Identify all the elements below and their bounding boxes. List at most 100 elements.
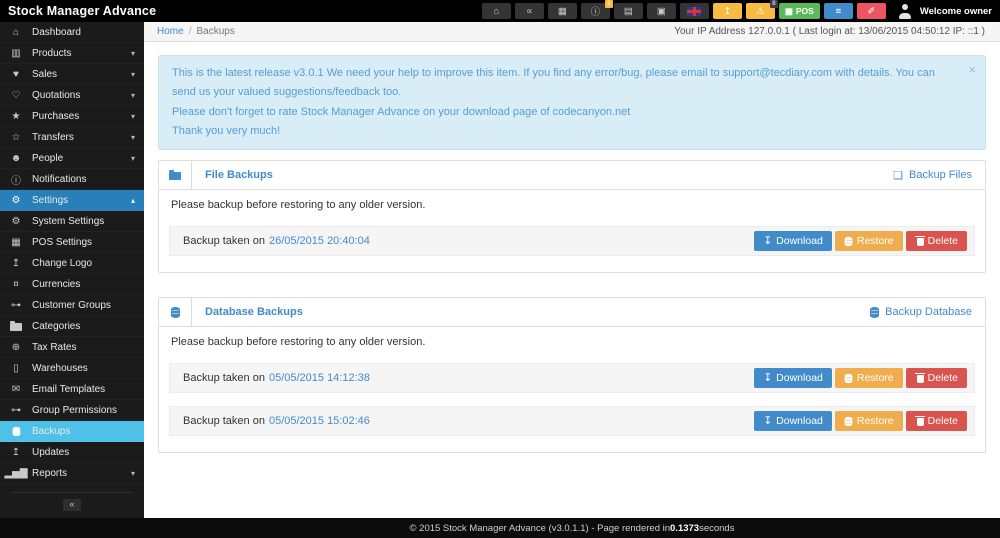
breadcrumb-separator: / <box>189 26 192 37</box>
chevron-down-icon: ▾ <box>131 91 144 100</box>
database-backups-panel: Database Backups Backup Database Please … <box>158 297 986 453</box>
restore-button[interactable]: Restore <box>835 368 903 388</box>
plus-circle-icon: ⊕ <box>0 342 32 353</box>
download-button[interactable]: ↧Download <box>754 368 832 388</box>
restore-button[interactable]: Restore <box>835 411 903 431</box>
restore-button[interactable]: Restore <box>835 231 903 251</box>
sidebar-label: Sales <box>32 69 131 80</box>
sidebar-item-transfers[interactable]: ☆Transfers▾ <box>0 127 144 148</box>
sidebar-collapse-button[interactable]: « <box>63 499 81 511</box>
database-icon <box>845 236 853 245</box>
sidebar-label: Purchases <box>32 111 131 122</box>
delete-label: Delete <box>928 372 958 384</box>
server-icon: ▣ <box>657 6 666 17</box>
breadcrumb-current: Backups <box>196 26 234 37</box>
sidebar-item-email-templates[interactable]: ✉Email Templates <box>0 379 144 400</box>
download-label: Download <box>776 372 823 384</box>
sidebar-item-system-settings[interactable]: ⚙System Settings <box>0 211 144 232</box>
file-backup-row: Backup taken on 26/05/2015 20:40:04 ↧Dow… <box>169 226 975 256</box>
footer-text: © 2015 Stock Manager Advance (v3.0.1.1) … <box>410 523 671 534</box>
sidebar-label: Change Logo <box>32 258 144 269</box>
sidebar-item-currencies[interactable]: ¤Currencies <box>0 274 144 295</box>
topbar: Stock Manager Advance ⌂ ∝ ▦ ⓘ1 ▤ ▣ ↥ ⚠8 … <box>0 0 1000 22</box>
sidebar-label: Warehouses <box>32 363 144 374</box>
sidebar-item-reports[interactable]: ▂▅▇Reports▾ <box>0 463 144 484</box>
warning-icon: ⚠ <box>756 6 765 17</box>
sidebar-item-categories[interactable]: Categories <box>0 316 144 337</box>
sidebar-item-notifications[interactable]: ⓘNotifications <box>0 169 144 190</box>
sidebar-item-settings[interactable]: ⚙Settings▴ <box>0 190 144 211</box>
db-backup-row: Backup taken on 05/05/2015 15:02:46 ↧Dow… <box>169 406 975 436</box>
breadcrumb: Home / Backups Your IP Address 127.0.0.1… <box>144 22 1000 42</box>
user-menu[interactable]: Welcome owner <box>898 4 992 19</box>
calculator-icon: ▦ <box>558 6 567 17</box>
sidebar-item-people[interactable]: ☻People▾ <box>0 148 144 169</box>
backup-date: 05/05/2015 15:02:46 <box>269 415 370 427</box>
download-label: Download <box>776 415 823 427</box>
list-icon: ≡ <box>836 6 842 17</box>
upload-icon: ↥ <box>0 258 32 269</box>
bar-chart-icon: ▂▅▇ <box>0 468 32 479</box>
file-backups-title: File Backups <box>192 161 286 189</box>
registers-button[interactable]: ▣ <box>647 3 676 19</box>
heart-icon: ♥ <box>0 69 32 80</box>
release-notice: × This is the latest release v3.0.1 We n… <box>158 55 986 150</box>
download-button[interactable]: ↧ Download <box>754 411 832 431</box>
star-icon: ★ <box>0 111 32 122</box>
db-backup-row: Backup taken on 05/05/2015 14:12:38 ↧Dow… <box>169 363 975 393</box>
sidebar-label: Products <box>32 48 131 59</box>
info-icon: ⓘ <box>0 172 32 187</box>
logout-button[interactable]: ✐ <box>857 3 886 19</box>
language-button[interactable] <box>680 3 709 19</box>
list-shortcut-button[interactable]: ≡ <box>824 3 853 19</box>
pos-button[interactable]: ▦POS <box>779 3 820 19</box>
key-icon: ⊶ <box>0 300 32 311</box>
sidebar-item-sales[interactable]: ♥Sales▾ <box>0 64 144 85</box>
delete-button[interactable]: Delete <box>906 231 967 251</box>
sidebar-label: Reports <box>32 468 131 479</box>
sidebar-item-updates[interactable]: ↥Updates <box>0 442 144 463</box>
db-backup-note: Please backup before restoring to any ol… <box>171 336 975 348</box>
notifications-button[interactable]: ⓘ1 <box>581 3 610 19</box>
main-content: Home / Backups Your IP Address 127.0.0.1… <box>144 22 1000 518</box>
close-icon[interactable]: × <box>968 59 976 82</box>
calendar-button[interactable]: ▤ <box>614 3 643 19</box>
alerts-button[interactable]: ⚠8 <box>746 3 775 19</box>
breadcrumb-home-link[interactable]: Home <box>157 26 184 37</box>
avatar <box>898 4 913 19</box>
database-backups-title: Database Backups <box>192 298 316 326</box>
heart-outline-icon: ♡ <box>0 90 32 101</box>
calendar-icon: ▤ <box>624 6 633 17</box>
database-icon <box>870 307 879 318</box>
sidebar-label: Backups <box>32 426 144 437</box>
sidebar-label: Categories <box>32 321 144 332</box>
sidebar-item-group-permissions[interactable]: ⊶Group Permissions <box>0 400 144 421</box>
info-icon: ⓘ <box>591 4 601 18</box>
sidebar-item-products[interactable]: ▥Products▾ <box>0 43 144 64</box>
delete-button[interactable]: Delete <box>906 368 967 388</box>
calculator-button[interactable]: ▦ <box>548 3 577 19</box>
sidebar-item-dashboard[interactable]: ⌂Dashboard <box>0 22 144 43</box>
backup-files-button[interactable]: ❏Backup Files <box>893 161 985 189</box>
delete-button[interactable]: Delete <box>906 411 967 431</box>
upload-icon: ↥ <box>723 6 731 17</box>
sidebar-item-quotations[interactable]: ♡Quotations▾ <box>0 85 144 106</box>
share-button[interactable]: ∝ <box>515 3 544 19</box>
file-backup-note: Please backup before restoring to any ol… <box>171 199 975 211</box>
sidebar-item-change-logo[interactable]: ↥Change Logo <box>0 253 144 274</box>
folder-icon <box>159 161 192 189</box>
sidebar-item-pos-settings[interactable]: ▦POS Settings <box>0 232 144 253</box>
sidebar-label: Updates <box>32 447 144 458</box>
backup-database-button[interactable]: Backup Database <box>870 298 985 326</box>
key-icon: ⊶ <box>0 405 32 416</box>
download-icon: ↧ <box>763 415 772 427</box>
welcome-text: Welcome owner <box>920 6 992 17</box>
sidebar-item-backups[interactable]: Backups <box>0 421 144 442</box>
download-button[interactable]: ↧Download <box>754 231 832 251</box>
sidebar-item-purchases[interactable]: ★Purchases▾ <box>0 106 144 127</box>
sidebar-item-tax-rates[interactable]: ⊕Tax Rates <box>0 337 144 358</box>
home-button[interactable]: ⌂ <box>482 3 511 19</box>
sidebar-item-warehouses[interactable]: ▯Warehouses <box>0 358 144 379</box>
sidebar-item-customer-groups[interactable]: ⊶Customer Groups <box>0 295 144 316</box>
upload-shortcut-button[interactable]: ↥ <box>713 3 742 19</box>
